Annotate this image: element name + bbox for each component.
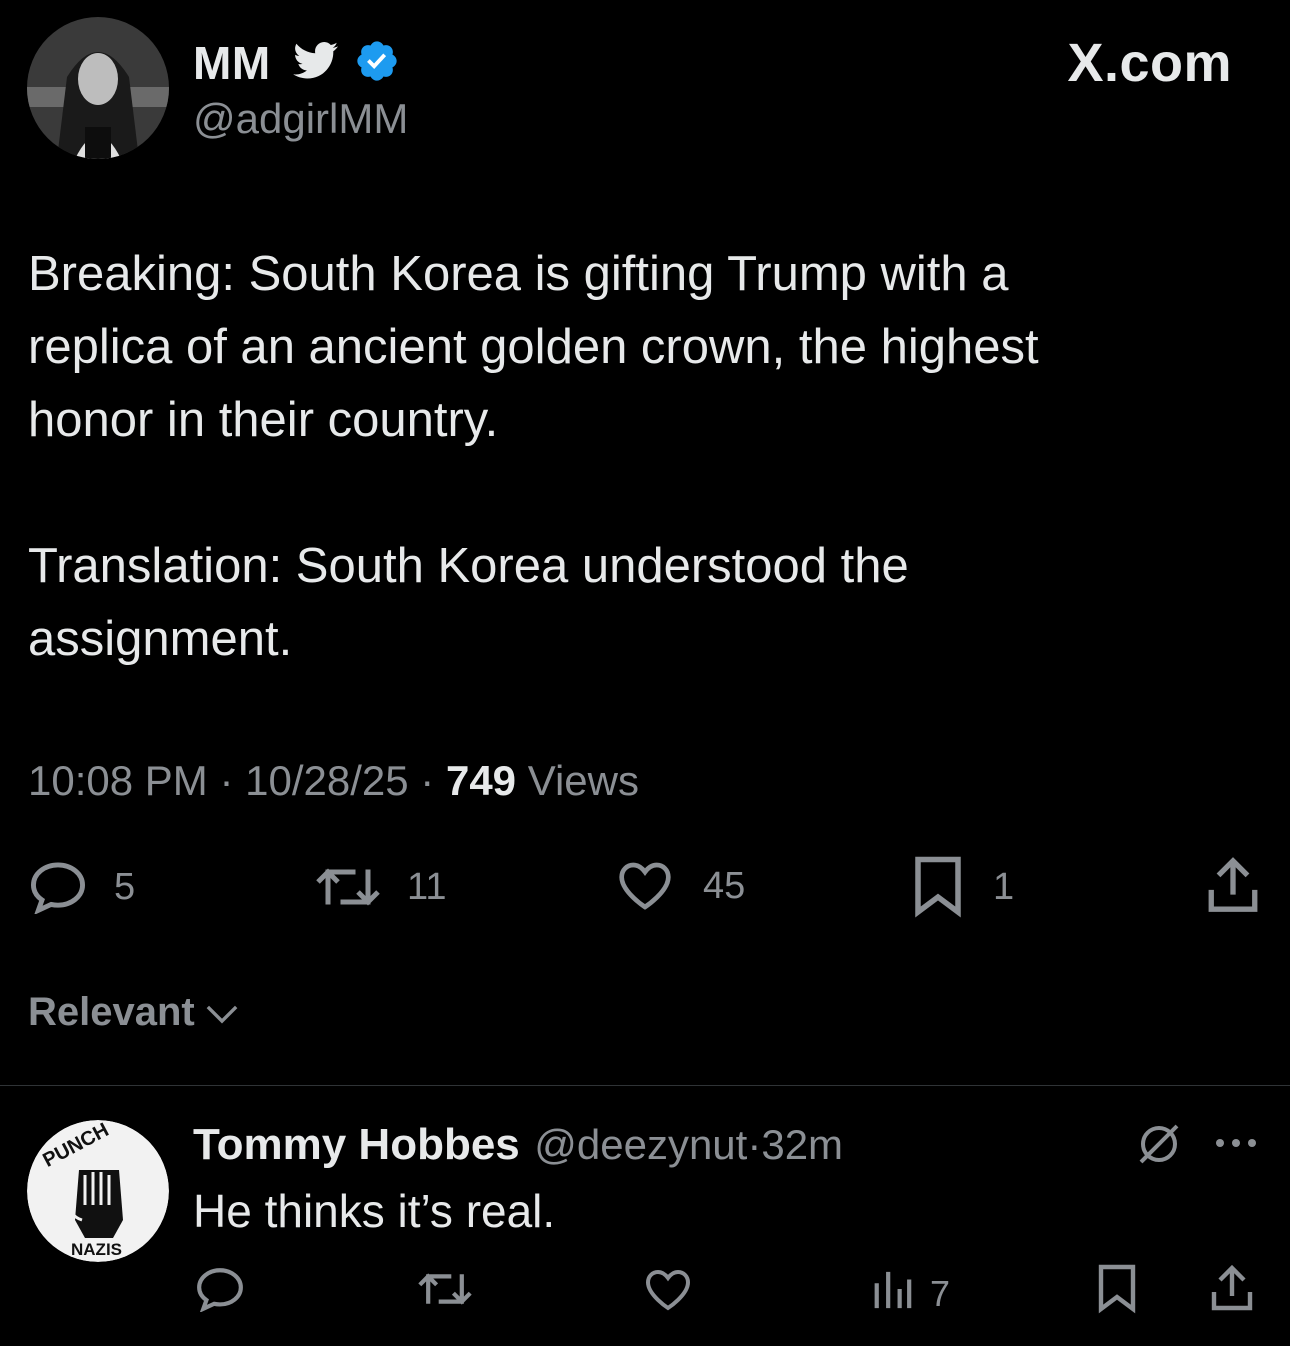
tweet-line: honor in their country. (28, 393, 499, 447)
reply-text: He thinks it’s real. (193, 1185, 556, 1237)
reply-author-name[interactable]: Tommy Hobbes (193, 1120, 520, 1169)
reply-views-count: 7 (930, 1272, 951, 1314)
repost-count: 11 (407, 865, 447, 908)
bookmark-icon (913, 856, 963, 918)
like-count: 45 (703, 864, 746, 907)
tweet-line: replica of an ancient golden crown, the … (28, 320, 1039, 374)
reply-header: Tommy Hobbes @deezynut·32m (193, 1120, 844, 1169)
reply-author-handle[interactable]: @deezynut (534, 1121, 747, 1168)
bookmark-icon (1097, 1264, 1137, 1323)
sort-label: Relevant (28, 990, 195, 1034)
share-button[interactable] (1205, 856, 1261, 914)
tweet-date[interactable]: 10/28/25 (245, 757, 409, 804)
reply-icon (195, 1266, 245, 1321)
like-button[interactable]: 45 (617, 860, 745, 912)
sort-dropdown[interactable]: Relevant (28, 990, 239, 1035)
grok-icon[interactable] (1135, 1120, 1183, 1173)
repost-icon (315, 862, 381, 912)
tweet-line: assignment. (28, 612, 293, 666)
like-icon (644, 1268, 692, 1321)
tweet-text: Breaking: South Korea is gifting Trump w… (28, 238, 1039, 676)
chevron-down-icon (205, 990, 239, 1035)
avatar-bottom-text: NAZIS (71, 1240, 122, 1259)
views-count: 749 (445, 757, 517, 804)
author-avatar[interactable] (27, 17, 169, 159)
share-icon (1210, 1264, 1254, 1321)
bird-icon (293, 42, 339, 85)
reply-time[interactable]: 32m (761, 1121, 843, 1168)
reply-views-button[interactable]: 7 (872, 1268, 950, 1319)
author-handle[interactable]: @adgirlMM (193, 95, 408, 143)
tweet-line: Translation: South Korea understood the (28, 539, 909, 593)
tweet-meta: 10:08 PM · 10/28/25 · 749 Views (28, 757, 639, 804)
reply-avatar[interactable]: PUNCH NAZIS (27, 1120, 169, 1262)
reply-icon (28, 860, 88, 914)
reply-like-button[interactable] (644, 1268, 692, 1321)
reply-reply-button[interactable] (195, 1266, 245, 1321)
like-icon (617, 860, 673, 912)
repost-button[interactable]: 11 (315, 862, 446, 912)
reply-count: 5 (114, 865, 136, 908)
views-label: Views (527, 757, 639, 804)
more-icon[interactable] (1213, 1136, 1259, 1155)
author-name[interactable]: MM (193, 36, 271, 90)
divider (0, 1085, 1290, 1086)
views-icon (872, 1268, 912, 1319)
bookmark-count: 1 (993, 865, 1015, 908)
repost-icon (417, 1268, 473, 1319)
brand-watermark: X.com (1067, 33, 1232, 93)
tweet-time[interactable]: 10:08 PM (28, 757, 208, 804)
share-icon (1205, 856, 1261, 914)
reply-share-button[interactable] (1210, 1264, 1254, 1321)
verified-badge-icon (354, 38, 400, 89)
reply-button[interactable]: 5 (28, 860, 135, 914)
bookmark-button[interactable]: 1 (913, 856, 1014, 918)
reply-bookmark-button[interactable] (1097, 1264, 1137, 1323)
reply-repost-button[interactable] (417, 1268, 473, 1319)
tweet-line: Breaking: South Korea is gifting Trump w… (28, 247, 1009, 301)
